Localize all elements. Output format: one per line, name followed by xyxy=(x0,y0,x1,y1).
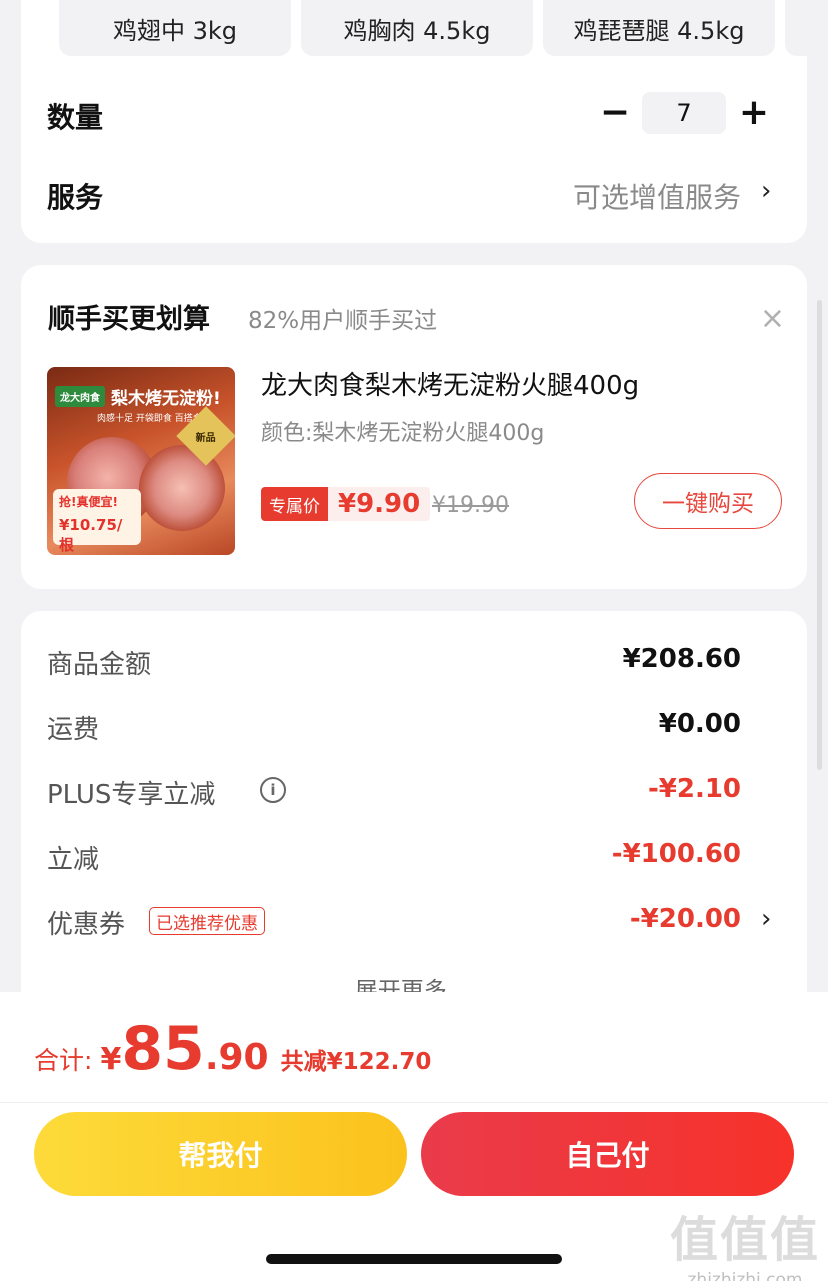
close-icon[interactable]: × xyxy=(760,301,785,336)
thumbnail-promo: 抢!真便宜! xyxy=(59,495,118,509)
thumbnail-price-tag: 抢!真便宜! ¥10.75/根 xyxy=(53,489,141,554)
bundle-card: 顺手买更划算 82%用户顺手买过 × 龙大肉食 梨木烤无淀粉! 肉感十足 开袋即… xyxy=(21,265,807,589)
coupon-chevron-icon[interactable]: › xyxy=(761,904,771,934)
exclusive-price: ¥9.90 xyxy=(328,487,431,521)
home-indicator[interactable] xyxy=(266,1254,562,1264)
spec-chip-label: 鸡翅中 3kg xyxy=(112,16,238,45)
spec-chip-breast[interactable]: 鸡胸肉 4.5kg xyxy=(301,0,533,56)
price-summary-card: 商品金额 ¥208.60 运费 ¥0.00 PLUS专享立减 i -¥2.10 … xyxy=(21,611,807,1031)
bundle-title: 顺手买更划算 xyxy=(48,304,210,335)
watermark-url: zhizhizhi.com xyxy=(687,1270,803,1281)
thumbnail-banner: 龙大肉食 梨木烤无淀粉! xyxy=(55,377,225,415)
service-chevron-icon[interactable]: › xyxy=(761,176,771,206)
thumbnail-headline: 梨木烤无淀粉! xyxy=(111,388,221,409)
info-icon[interactable]: i xyxy=(260,777,286,803)
plus-discount-label: PLUS专享立减 xyxy=(47,780,216,810)
coupon-value[interactable]: -¥20.00 xyxy=(630,904,741,934)
quantity-input[interactable]: 7 xyxy=(642,92,726,134)
brand-logo: 龙大肉食 xyxy=(55,385,105,407)
spec-quantity-card: 鸡翅中 3kg 鸡胸肉 4.5kg 鸡琵琶腿 4.5kg 数量 − 7 + 服务… xyxy=(21,0,825,243)
quantity-label: 数量 xyxy=(47,101,104,134)
product-spec: 颜色:梨木烤无淀粉火腿400g xyxy=(261,421,545,446)
goods-amount-value: ¥208.60 xyxy=(622,644,741,674)
total-saved: 共减¥122.70 xyxy=(280,1049,432,1075)
divider xyxy=(0,1102,828,1103)
total-integer: 85 xyxy=(121,1014,205,1084)
total-currency: ¥ xyxy=(100,1042,122,1077)
instant-discount-label: 立减 xyxy=(47,845,100,875)
watermark-logo: 值值值 xyxy=(669,1212,820,1268)
spec-chip-wing[interactable]: 鸡翅中 3kg xyxy=(59,0,291,56)
original-price: ¥19.90 xyxy=(432,493,509,518)
spec-chip-label: 鸡琵琶腿 4.5kg xyxy=(573,16,745,45)
plus-discount-value: -¥2.10 xyxy=(647,774,741,804)
checkout-bar: 合计: ¥ 85 .90 共减¥122.70 帮我付 自己付 值值值 zhizh… xyxy=(0,992,828,1281)
goods-amount-label: 商品金额 xyxy=(47,650,152,680)
instant-discount-value: -¥100.60 xyxy=(611,839,741,869)
quantity-plus-button[interactable]: + xyxy=(734,92,774,133)
one-click-buy-button[interactable]: 一键购买 xyxy=(634,473,782,529)
bundle-subtitle: 82%用户顺手买过 xyxy=(248,308,438,334)
total-label: 合计: xyxy=(34,1046,93,1075)
shipping-label: 运费 xyxy=(47,715,100,745)
total-decimal: .90 xyxy=(204,1037,269,1078)
shipping-value: ¥0.00 xyxy=(658,709,741,739)
total-line: 合计: ¥ 85 .90 共减¥122.70 xyxy=(34,1014,431,1084)
thumbnail-price: ¥10.75/根 xyxy=(59,516,123,554)
quantity-minus-button[interactable]: − xyxy=(595,92,635,133)
product-thumbnail[interactable]: 龙大肉食 梨木烤无淀粉! 肉感十足 开袋即食 百搭食材 新品 抢!真便宜! ¥1… xyxy=(47,367,235,555)
spec-chip-drumstick[interactable]: 鸡琵琶腿 4.5kg xyxy=(543,0,775,56)
product-name[interactable]: 龙大肉食梨木烤无淀粉火腿400g xyxy=(261,365,639,402)
spec-chip-label: 鸡胸肉 4.5kg xyxy=(343,16,491,45)
service-label: 服务 xyxy=(47,181,104,214)
watermark: 值值值 zhizhizhi.com xyxy=(670,1200,820,1281)
spec-chip-more[interactable] xyxy=(785,0,825,56)
service-value[interactable]: 可选增值服务 xyxy=(573,176,741,216)
exclusive-price-label: 专属价 xyxy=(261,487,328,521)
coupon-recommended-tag: 已选推荐优惠 xyxy=(149,907,265,935)
exclusive-price-tag: 专属价 ¥9.90 xyxy=(261,487,431,521)
help-pay-button[interactable]: 帮我付 xyxy=(34,1112,407,1196)
scrollbar[interactable] xyxy=(817,300,822,770)
self-pay-button[interactable]: 自己付 xyxy=(421,1112,794,1196)
coupon-label: 优惠券 xyxy=(47,910,126,940)
